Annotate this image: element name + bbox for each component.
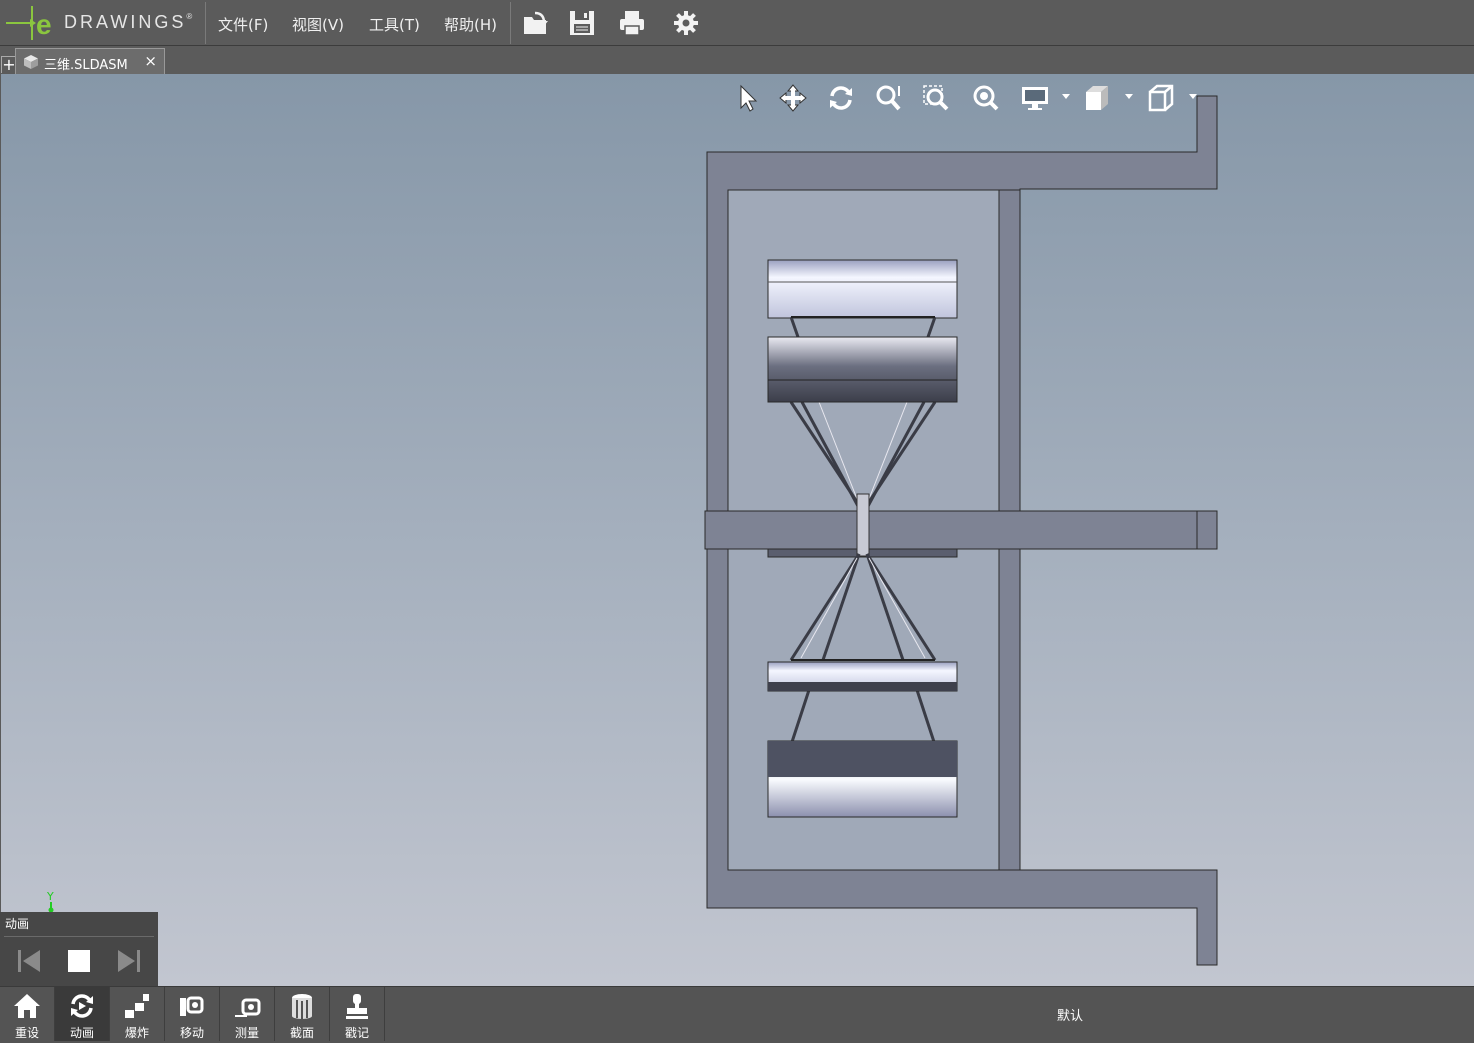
explode-button[interactable]: 爆炸 (110, 987, 165, 1041)
view-toolbar (725, 82, 1205, 114)
tab-document[interactable]: 三维.SLDASM × (15, 48, 165, 75)
measure-icon (235, 998, 261, 1017)
assembly-cube-icon (24, 55, 38, 69)
stamp-button[interactable]: 戳记 (330, 987, 385, 1041)
move-icon (180, 996, 204, 1016)
save-icon[interactable] (567, 8, 597, 38)
move-button[interactable]: 移动 (165, 987, 220, 1041)
zoom-to-area-icon[interactable] (920, 82, 954, 114)
tab-document-label: 三维.SLDASM (44, 58, 128, 73)
home-icon (14, 994, 40, 1018)
animate-label: 动画 (69, 1026, 94, 1040)
explode-icon (125, 994, 149, 1018)
triad-y-label: Y (46, 890, 54, 903)
model-viewport[interactable]: Y (1, 74, 1474, 986)
move-label: 移动 (179, 1026, 204, 1040)
animation-panel-title: 动画 (5, 917, 30, 931)
bottom-toolbar: 重设 动画 爆炸 移动 测量 截面 戳记 默认 (0, 986, 1474, 1043)
display-monitor-icon[interactable] (1019, 82, 1053, 114)
roller-top (767, 259, 958, 319)
view-orientation-icon[interactable] (1081, 82, 1115, 114)
document-tab-strip: + 三维.SLDASM × (0, 46, 1474, 75)
menu-separator (510, 2, 511, 44)
logo-e-icon: e (6, 6, 52, 40)
animate-button[interactable]: 动画 (55, 987, 110, 1041)
roller-second (767, 336, 958, 403)
select-arrow-icon[interactable] (729, 82, 763, 114)
animate-icon (71, 994, 93, 1018)
beam-horizontal (704, 510, 1198, 550)
menu-tools[interactable]: 工具(T) (369, 14, 420, 35)
animation-panel: 动画 (0, 912, 158, 986)
menu-file[interactable]: 文件(F) (218, 14, 268, 35)
step-back-icon[interactable] (14, 946, 44, 976)
chevron-down-icon[interactable] (1125, 94, 1133, 100)
menu-help[interactable]: 帮助(H) (444, 14, 497, 35)
rotate-icon[interactable] (824, 82, 858, 114)
pan-icon[interactable] (776, 82, 810, 114)
assembly-model: Y (46, 95, 1218, 966)
configuration-label[interactable]: 默认 (1040, 1005, 1100, 1024)
section-icon (292, 994, 312, 1019)
menu-separator (205, 2, 206, 44)
menu-view[interactable]: 视图(V) (292, 14, 344, 35)
reset-label: 重设 (14, 1026, 39, 1040)
stop-icon[interactable] (64, 946, 94, 976)
measure-label: 测量 (234, 1026, 259, 1040)
tab-close-icon[interactable]: × (144, 52, 157, 70)
reset-button[interactable]: 重设 (0, 987, 55, 1041)
section-label: 截面 (289, 1026, 314, 1040)
stamp-icon (346, 994, 368, 1019)
chevron-down-icon[interactable] (1189, 94, 1197, 100)
zoom-icon[interactable] (872, 82, 906, 114)
step-forward-icon[interactable] (114, 946, 144, 976)
standard-views-cube-icon[interactable] (1145, 82, 1179, 114)
logo-text: DRAWINGS® (64, 12, 193, 32)
measure-button[interactable]: 测量 (220, 987, 275, 1041)
settings-gear-icon[interactable] (671, 8, 701, 38)
menu-bar: e DRAWINGS® 文件(F) 视图(V) 工具(T) 帮助(H) (0, 0, 1474, 46)
stamp-label: 戳记 (344, 1026, 369, 1040)
zoom-to-fit-icon[interactable] (969, 82, 1003, 114)
edrawings-logo: e DRAWINGS® (4, 4, 204, 42)
open-folder-icon[interactable] (521, 8, 551, 38)
section-button[interactable]: 截面 (275, 987, 330, 1041)
svg-text:e: e (36, 9, 52, 40)
explode-label: 爆炸 (124, 1026, 149, 1040)
print-icon[interactable] (617, 8, 647, 38)
chevron-down-icon[interactable] (1062, 94, 1070, 100)
divider (4, 936, 154, 937)
